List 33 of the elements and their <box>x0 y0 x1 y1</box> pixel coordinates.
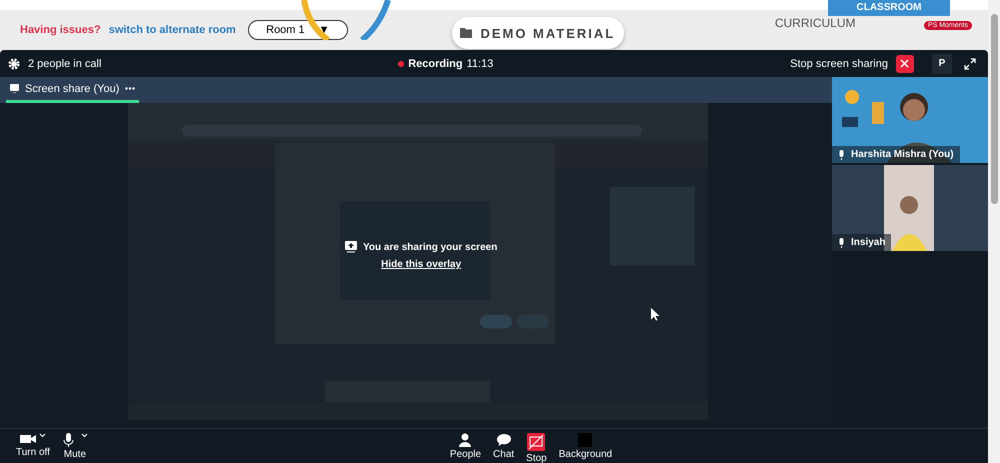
mute-button[interactable]: Mute <box>56 429 94 460</box>
switch-room-link[interactable]: switch to alternate room <box>108 24 236 36</box>
user-initial-button[interactable]: P <box>932 54 952 74</box>
folder-icon <box>460 28 472 38</box>
camera-toggle-button[interactable]: Turn off <box>10 429 56 458</box>
stop-button[interactable]: Stop <box>520 429 553 463</box>
recording-label: Recording <box>408 58 463 70</box>
background-button[interactable]: Background <box>552 429 618 460</box>
people-button[interactable]: People <box>444 429 488 460</box>
monitor-icon <box>10 84 19 93</box>
close-button[interactable] <box>896 54 914 72</box>
microphone-icon <box>62 433 88 447</box>
stop-sharing-label: Stop screen sharing <box>790 58 888 70</box>
more-icon <box>125 87 136 90</box>
demo-material-button[interactable]: DEMO MATERIAL <box>452 17 624 49</box>
expand-icon <box>964 58 976 70</box>
video-camera-icon <box>20 433 46 445</box>
close-icon <box>900 59 910 68</box>
room-select[interactable]: Room 1 ▼ <box>248 20 348 40</box>
scrollbar-thumb[interactable] <box>990 14 998 204</box>
person-icon <box>458 433 472 447</box>
issues-label: Having issues? <box>20 24 101 36</box>
chat-icon <box>496 433 511 447</box>
curriculum-link[interactable]: CURRICULUM <box>774 16 856 30</box>
settings-icon[interactable] <box>8 58 20 70</box>
microphone-icon <box>838 238 845 248</box>
recording-dot <box>398 60 404 66</box>
recording-time: 11:13 <box>466 58 494 70</box>
background-icon <box>578 433 592 447</box>
chat-button[interactable]: Chat <box>487 429 520 460</box>
screen-share-off-icon <box>527 433 546 451</box>
participant-name: Insiyah <box>851 237 886 248</box>
people-count: 2 people in call <box>28 58 102 70</box>
